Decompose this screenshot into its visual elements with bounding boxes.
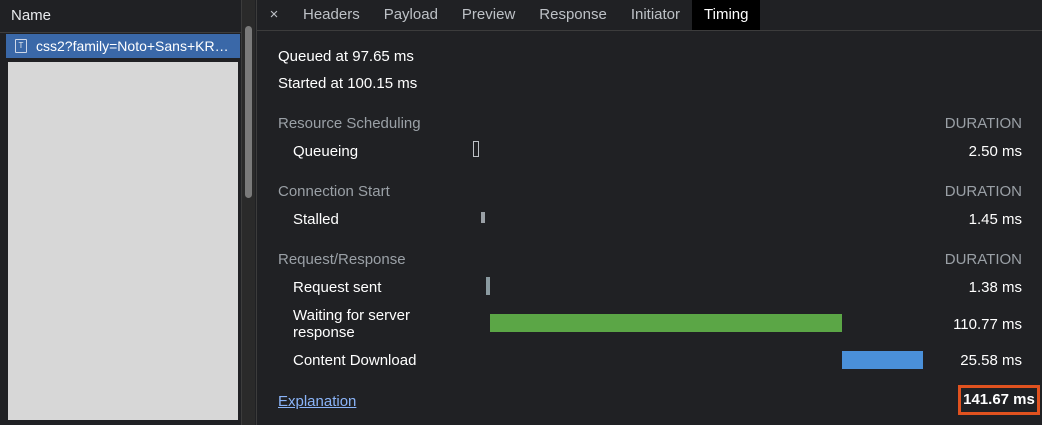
duration-header: DURATION	[944, 115, 1022, 132]
section-request-response: Request/Response	[278, 251, 406, 268]
tab-payload[interactable]: Payload	[372, 0, 450, 30]
section-resource-scheduling: Resource Scheduling	[278, 115, 421, 132]
section-connection-start: Connection Start	[278, 183, 390, 200]
explanation-link[interactable]: Explanation	[278, 393, 356, 410]
request-sent-label: Request sent	[293, 279, 382, 296]
request-row-selected[interactable]: T css2?family=Noto+Sans+KR&display=swap	[6, 34, 240, 58]
started-at-text: Started at 100.15 ms	[278, 75, 418, 92]
redacted-request-list	[8, 62, 238, 420]
waiting-value: 110.77 ms	[953, 316, 1022, 333]
tab-headers[interactable]: Headers	[291, 0, 372, 30]
tab-initiator[interactable]: Initiator	[619, 0, 692, 30]
document-icon: T	[15, 39, 27, 53]
content-download-bar	[842, 351, 923, 369]
name-column-header[interactable]: Name	[0, 0, 241, 33]
tab-preview[interactable]: Preview	[450, 0, 527, 30]
waiting-label: Waiting for server response	[293, 307, 410, 341]
tab-response[interactable]: Response	[527, 0, 619, 30]
queueing-value: 2.50 ms	[968, 143, 1022, 160]
request-list-panel: Name T css2?family=Noto+Sans+KR&display=…	[0, 0, 241, 425]
queueing-bar	[473, 141, 479, 157]
stalled-label: Stalled	[293, 211, 339, 228]
request-list-scrollbar[interactable]	[241, 0, 255, 425]
waiting-bar	[490, 314, 842, 332]
content-download-value: 25.58 ms	[960, 352, 1022, 369]
stalled-bar	[481, 212, 485, 223]
stalled-value: 1.45 ms	[968, 211, 1022, 228]
tab-timing[interactable]: Timing	[692, 0, 761, 30]
detail-tab-bar: × Headers Payload Preview Response Initi…	[257, 0, 1042, 31]
request-sent-value: 1.38 ms	[968, 279, 1022, 296]
queueing-label: Queueing	[293, 143, 359, 160]
close-icon[interactable]: ×	[257, 0, 291, 30]
scrollbar-thumb[interactable]	[245, 26, 252, 198]
duration-header: DURATION	[944, 183, 1022, 200]
duration-header: DURATION	[944, 251, 1022, 268]
request-sent-bar	[486, 277, 490, 295]
queued-at-text: Queued at 97.65 ms	[278, 48, 414, 65]
content-download-label: Content Download	[293, 352, 417, 369]
total-duration: 141.67 ms	[958, 385, 1040, 415]
request-name: css2?family=Noto+Sans+KR&display=swap	[36, 38, 236, 54]
request-detail-panel: × Headers Payload Preview Response Initi…	[256, 0, 1042, 425]
